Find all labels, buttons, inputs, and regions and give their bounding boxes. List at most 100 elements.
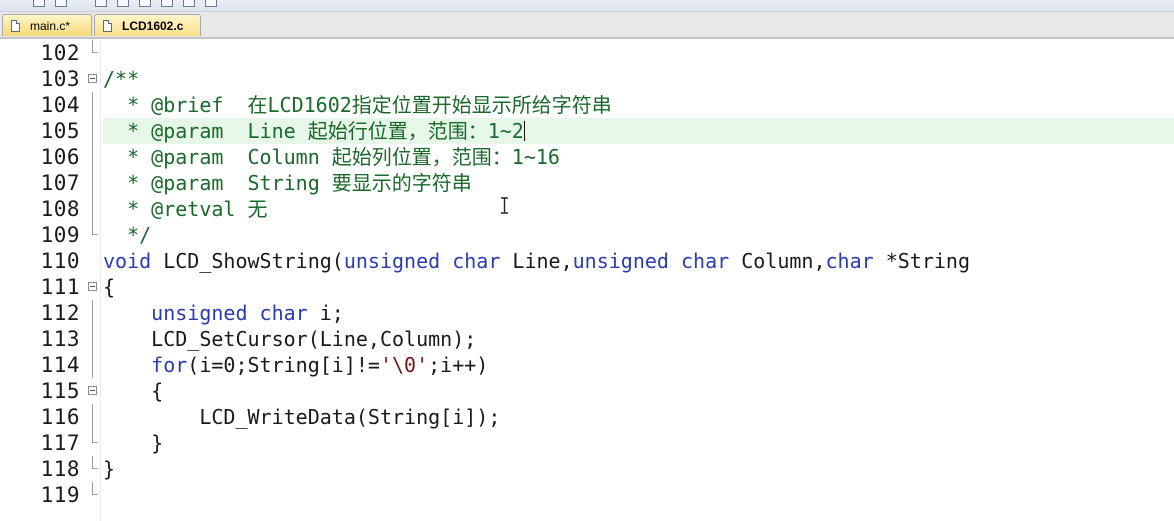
line-number: 103	[40, 67, 80, 91]
code-comment: * @param String 要显示的字符串	[103, 171, 472, 195]
line-number: 105	[40, 119, 80, 143]
code-keyword: char	[259, 301, 308, 325]
code-string: '\0'	[379, 353, 429, 377]
fold-guide	[92, 144, 93, 170]
code-comment: * @param Line 起始行位置，范围：1~2	[103, 119, 524, 143]
code-line[interactable]: 112 unsigned char i;	[0, 300, 1174, 326]
code-text[interactable]: LCD_SetCursor(Line,Column);	[103, 326, 1174, 352]
line-number: 110	[40, 249, 80, 273]
line-number: 117	[40, 431, 80, 455]
code-text[interactable]: */	[103, 222, 1174, 248]
code-line[interactable]: 117 }	[0, 430, 1174, 456]
code-text[interactable]: LCD_WriteData(String[i]);	[103, 404, 1174, 430]
tab-label: LCD1602.c	[122, 18, 184, 33]
toolbar-icon[interactable]	[117, 0, 129, 7]
fold-end-guide	[92, 40, 98, 53]
code-text[interactable]: * @param Line 起始行位置，范围：1~2	[103, 118, 1174, 144]
line-number: 102	[40, 41, 80, 65]
toolbar-icon[interactable]	[33, 0, 45, 7]
code-token: *String	[873, 249, 970, 273]
code-line[interactable]: 110 void LCD_ShowString(unsigned char Lin…	[0, 248, 1174, 274]
line-number: 107	[40, 171, 80, 195]
code-token: i;	[307, 301, 344, 325]
fold-guide	[92, 352, 93, 378]
code-text[interactable]: {	[103, 274, 1174, 300]
toolbar-icon[interactable]	[55, 0, 67, 7]
file-icon	[11, 19, 20, 32]
code-text[interactable]: * @brief 在LCD1602指定位置开始显示所给字符串	[103, 92, 1174, 118]
code-keyword: char	[825, 249, 874, 273]
code-keyword: unsigned	[151, 301, 248, 325]
tab-lcd1602-c[interactable]: LCD1602.c	[94, 14, 201, 36]
code-line[interactable]: 102	[0, 40, 1174, 66]
code-comment: */	[103, 223, 152, 247]
code-line[interactable]: 109 */	[0, 222, 1174, 248]
fold-toggle-icon[interactable]	[88, 282, 97, 291]
code-line[interactable]: 116 LCD_WriteData(String[i]);	[0, 404, 1174, 430]
code-token: LCD_WriteData(String[i]);	[103, 405, 501, 429]
code-text[interactable]: unsigned char i;	[103, 300, 1174, 326]
code-text[interactable]	[103, 40, 1174, 66]
code-line[interactable]: 111 {	[0, 274, 1174, 300]
fold-end-guide	[92, 430, 98, 443]
fold-guide	[92, 404, 93, 430]
code-line[interactable]: 105 * @param Line 起始行位置，范围：1~2	[0, 118, 1174, 144]
code-text[interactable]: void LCD_ShowString(unsigned char Line,u…	[103, 248, 1174, 274]
fold-guide	[92, 92, 93, 118]
line-number: 116	[40, 405, 80, 429]
code-line[interactable]: 119	[0, 482, 1174, 508]
code-line[interactable]: 107 * @param String 要显示的字符串	[0, 170, 1174, 196]
code-text[interactable]: /**	[103, 66, 1174, 92]
line-number: 112	[40, 301, 80, 325]
code-text[interactable]	[103, 482, 1174, 508]
fold-end-guide	[92, 456, 98, 469]
code-line[interactable]: 113 LCD_SetCursor(Line,Column);	[0, 326, 1174, 352]
toolbar-icon[interactable]	[183, 0, 195, 7]
line-number: 109	[40, 223, 80, 247]
toolbar-icon[interactable]	[139, 0, 151, 7]
code-line[interactable]: 103 /**	[0, 66, 1174, 92]
code-line[interactable]: 108 * @retval 无	[0, 196, 1174, 222]
code-text[interactable]: * @param Column 起始列位置，范围：1~16	[103, 144, 1174, 170]
code-comment: * @brief 在LCD1602指定位置开始显示所给字符串	[103, 93, 612, 117]
line-number: 113	[40, 327, 80, 351]
fold-toggle-icon[interactable]	[88, 386, 97, 395]
code-comment: * @retval 无	[103, 197, 268, 221]
code-line[interactable]: 115 {	[0, 378, 1174, 404]
code-line[interactable]: 118}	[0, 456, 1174, 482]
code-line[interactable]: 106 * @param Column 起始列位置，范围：1~16	[0, 144, 1174, 170]
code-text[interactable]: * @param String 要显示的字符串	[103, 170, 1174, 196]
toolbar-icon[interactable]	[95, 0, 107, 7]
file-tab-bar: main.c* LCD1602.c	[0, 12, 1174, 39]
code-text[interactable]: * @retval 无	[103, 196, 1174, 222]
code-line[interactable]: 104 * @brief 在LCD1602指定位置开始显示所给字符串	[0, 92, 1174, 118]
toolbar-icon[interactable]	[205, 0, 217, 7]
code-comment: /**	[103, 67, 140, 91]
code-token: Line,	[500, 249, 573, 273]
code-keyword: unsigned	[572, 249, 669, 273]
editor-window: main.c* LCD1602.c 102 103 /** 104 * @brief …	[0, 0, 1174, 521]
code-text[interactable]: }	[103, 456, 1174, 482]
code-keyword: unsigned	[343, 249, 441, 273]
text-cursor-icon	[501, 197, 508, 214]
code-token: {	[103, 379, 164, 403]
fold-toggle-icon[interactable]	[88, 74, 97, 83]
code-token: (i=0;String[i]!=	[187, 353, 380, 377]
code-editor[interactable]: 102 103 /** 104 * @brief 在LCD1602指定位置开始显示所给…	[0, 39, 1174, 521]
code-token: }	[103, 431, 164, 455]
toolbar-icon[interactable]	[161, 0, 173, 7]
tab-main-c[interactable]: main.c*	[2, 14, 92, 36]
fold-guide	[92, 196, 93, 222]
code-text[interactable]: }	[103, 430, 1174, 456]
code-line[interactable]: 114 for(i=0;String[i]!='\0';i++)	[0, 352, 1174, 378]
code-comment: * @param Column 起始列位置，范围：1~16	[103, 145, 560, 169]
code-token: }	[103, 457, 116, 481]
code-text[interactable]: {	[103, 378, 1174, 404]
code-text[interactable]: for(i=0;String[i]!='\0';i++)	[103, 352, 1174, 378]
code-keyword: char	[452, 249, 501, 273]
